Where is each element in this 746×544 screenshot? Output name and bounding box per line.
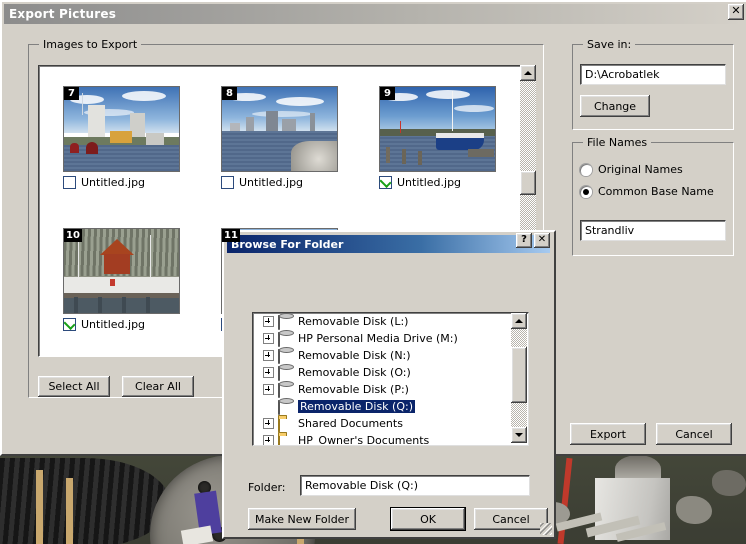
thumbnail-number: 7 (64, 87, 79, 100)
thumbnail-checkbox[interactable] (63, 318, 76, 331)
chevron-up-icon (515, 319, 523, 323)
browse-dialog-title: Browse For Folder (231, 237, 344, 251)
thumbnail-item[interactable]: 8 Untitled.jpg (221, 86, 338, 189)
export-window-title: Export Pictures (9, 7, 117, 21)
base-name-input[interactable]: Strandliv (580, 220, 726, 241)
tree-item-label: Removable Disk (O:) (298, 366, 411, 379)
background-rock-2 (712, 470, 746, 496)
thumbnail-filename: Untitled.jpg (81, 318, 146, 331)
chevron-up-icon (524, 71, 532, 75)
radio-original-names-label: Original Names (598, 163, 683, 176)
drive-icon (278, 348, 280, 364)
expand-icon[interactable] (263, 418, 274, 429)
radio-common-base-name-label: Common Base Name (598, 185, 714, 198)
scrollbar-thumb[interactable] (520, 171, 536, 195)
clear-all-button[interactable]: Clear All (122, 376, 194, 397)
thumbnail-item[interactable]: 9 Untitled.jpg (379, 86, 496, 189)
tree-item-label: HP Personal Media Drive (M:) (298, 332, 458, 345)
tree-item-label: Shared Documents (298, 417, 403, 430)
ok-button[interactable]: OK (391, 508, 465, 530)
export-button[interactable]: Export (570, 423, 646, 445)
thumbnail-image[interactable]: 8 (221, 86, 338, 172)
thumbnail-filename: Untitled.jpg (397, 176, 462, 189)
expand-icon[interactable] (263, 384, 274, 395)
thumbnail-number: 9 (380, 87, 395, 100)
thumbnail-number: 11 (222, 229, 240, 242)
background-rock-1 (676, 496, 712, 524)
tree-item[interactable]: Shared Documents (253, 415, 528, 432)
drive-icon (278, 331, 280, 347)
change-button[interactable]: Change (580, 95, 650, 117)
tree-scroll-up-button[interactable] (511, 313, 527, 329)
resize-grip[interactable] (540, 523, 552, 535)
background-cable-coil (0, 458, 170, 544)
save-in-label: Save in: (583, 38, 636, 51)
background-post-2 (66, 478, 73, 544)
thumbnail-checkbox[interactable] (221, 176, 234, 189)
browse-dialog-titlebar[interactable]: Browse For Folder (227, 235, 550, 253)
thumbnail-number: 10 (64, 229, 82, 242)
drive-icon (278, 399, 280, 415)
chevron-down-icon (515, 433, 523, 437)
background-post-1 (36, 470, 43, 544)
browse-for-folder-dialog: Browse For Folder ? ✕ Removable Disk (L:… (222, 230, 556, 539)
thumbnail-filename: Untitled.jpg (239, 176, 304, 189)
tree-scrollbar-thumb[interactable] (511, 347, 527, 403)
expand-icon[interactable] (263, 367, 274, 378)
expand-icon (263, 401, 274, 412)
select-all-button[interactable]: Select All (38, 376, 110, 397)
expand-icon[interactable] (263, 350, 274, 361)
radio-button[interactable] (580, 163, 592, 176)
tree-item-label: Removable Disk (P:) (298, 383, 409, 396)
tree-item[interactable]: HP Personal Media Drive (M:) (253, 330, 528, 347)
make-new-folder-button[interactable]: Make New Folder (248, 508, 356, 530)
thumbnail-image[interactable]: 10 (63, 228, 180, 314)
export-window-titlebar[interactable]: Export Pictures (4, 4, 744, 24)
folder-tree[interactable]: Removable Disk (L:) HP Personal Media Dr… (252, 312, 529, 446)
tree-scroll-down-button[interactable] (511, 427, 527, 443)
thumbnail-number: 8 (222, 87, 237, 100)
tree-item[interactable]: HP_Owner's Documents (253, 432, 528, 446)
thumbnail-item[interactable]: 10 Untitled.jpg (63, 228, 180, 331)
drive-icon (278, 314, 280, 330)
tree-item[interactable]: Removable Disk (N:) (253, 347, 528, 364)
thumbnail-filename: Untitled.jpg (81, 176, 146, 189)
radio-common-base-name[interactable]: Common Base Name (580, 185, 714, 198)
tree-item-label: Removable Disk (L:) (298, 315, 409, 328)
tree-item-label: Removable Disk (N:) (298, 349, 411, 362)
folder-label: Folder: (248, 481, 286, 494)
drive-icon (278, 365, 280, 381)
tree-item-label: HP_Owner's Documents (298, 434, 430, 446)
tree-item-label: Removable Disk (Q:) (298, 400, 415, 413)
tree-item-selected[interactable]: Removable Disk (Q:) (253, 398, 528, 415)
folder-icon (278, 416, 280, 432)
drive-icon (278, 382, 280, 398)
tree-item[interactable]: Removable Disk (P:) (253, 381, 528, 398)
expand-icon[interactable] (263, 333, 274, 344)
thumbnail-item[interactable]: 7 Untitled.jpg (63, 86, 180, 189)
tree-item[interactable]: Removable Disk (L:) (253, 313, 528, 330)
radio-button[interactable] (580, 185, 592, 198)
expand-icon[interactable] (263, 435, 274, 445)
thumbnail-checkbox[interactable] (379, 176, 392, 189)
radio-original-names[interactable]: Original Names (580, 163, 683, 176)
save-path-input[interactable]: D:\Acrobatlek (580, 64, 726, 85)
thumbnail-image[interactable]: 9 (379, 86, 496, 172)
help-icon[interactable]: ? (516, 233, 532, 248)
tree-scrollbar[interactable] (511, 313, 527, 443)
close-icon[interactable]: ✕ (534, 233, 550, 248)
folder-path-input[interactable]: Removable Disk (Q:) (300, 475, 530, 496)
images-to-export-label: Images to Export (39, 38, 142, 51)
expand-icon[interactable] (263, 316, 274, 327)
tree-item[interactable]: Removable Disk (O:) (253, 364, 528, 381)
browse-cancel-button[interactable]: Cancel (474, 508, 548, 530)
close-icon[interactable]: ✕ (728, 4, 744, 20)
folder-icon (278, 433, 280, 445)
thumbnail-image[interactable]: 7 (63, 86, 180, 172)
cancel-button[interactable]: Cancel (656, 423, 732, 445)
thumbnail-checkbox[interactable] (63, 176, 76, 189)
file-names-label: File Names (583, 136, 652, 149)
save-in-group: Save in: (572, 38, 734, 130)
scroll-up-button[interactable] (520, 65, 536, 81)
